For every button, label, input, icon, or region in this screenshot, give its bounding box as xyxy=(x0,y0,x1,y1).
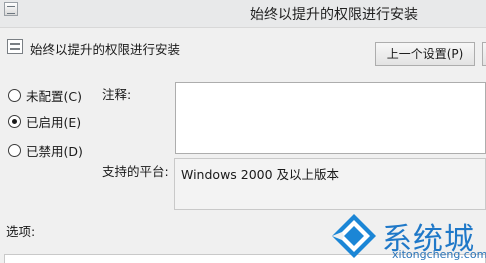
radio-disabled[interactable]: 已禁用(D) xyxy=(8,141,83,159)
window-icon xyxy=(4,2,18,16)
title-bar: 始终以提升的权限进行安装 xyxy=(0,0,486,28)
policy-setting-icon xyxy=(7,39,23,54)
options-label: 选项: xyxy=(6,224,36,239)
radio-disabled-circle[interactable] xyxy=(8,143,21,157)
radio-enabled[interactable]: 已启用(E) xyxy=(8,112,81,130)
radio-enabled-circle[interactable] xyxy=(8,114,21,128)
comment-label: 注释: xyxy=(102,87,132,102)
previous-setting-button[interactable]: 上一个设置(P) xyxy=(375,42,475,66)
radio-not-configured[interactable]: 未配置(C) xyxy=(8,86,82,104)
radio-disabled-label: 已禁用(D) xyxy=(26,143,83,159)
next-setting-button[interactable] xyxy=(482,42,486,66)
supported-on-label: 支持的平台: xyxy=(102,164,169,179)
policy-header: 始终以提升的权限进行安装 上一个设置(P) xyxy=(0,28,486,68)
supported-on-field: Windows 2000 及以上版本 xyxy=(174,158,486,210)
window-title: 始终以提升的权限进行安装 xyxy=(250,7,418,23)
radio-enabled-label: 已启用(E) xyxy=(26,114,82,130)
watermark: 系统城 xitongcheng.com xyxy=(330,212,486,263)
watermark-logo-icon xyxy=(332,214,376,258)
radio-not-configured-circle[interactable] xyxy=(8,88,21,102)
radio-not-configured-label: 未配置(C) xyxy=(26,88,82,104)
comment-textarea[interactable] xyxy=(175,82,486,154)
policy-title: 始终以提升的权限进行安装 xyxy=(30,42,181,57)
watermark-url: xitongcheng.com xyxy=(392,248,486,261)
